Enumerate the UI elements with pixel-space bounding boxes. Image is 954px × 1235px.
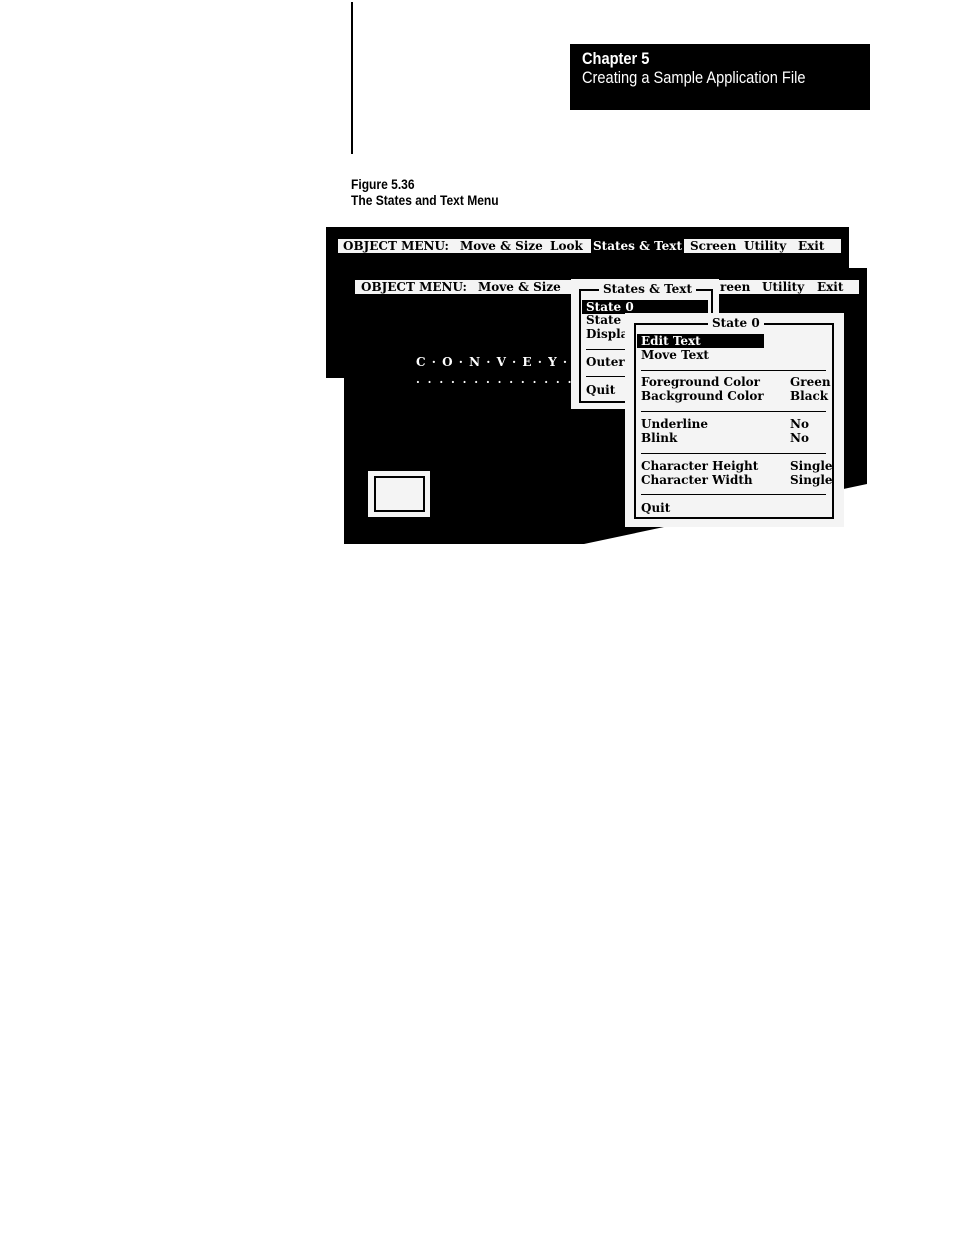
menu-item-quit[interactable]: Quit xyxy=(586,383,615,397)
menu-item-edit-text[interactable]: Edit Text xyxy=(637,334,764,348)
separator xyxy=(641,494,826,495)
menu-item-underline[interactable]: Underline xyxy=(641,417,708,431)
menu-item-state-0[interactable]: State 0 xyxy=(582,300,708,314)
separator xyxy=(641,453,826,454)
menu-label: OBJECT MENU: xyxy=(343,239,449,253)
menu-utility[interactable]: Utility xyxy=(762,280,804,294)
menu-item-state-1[interactable]: State xyxy=(586,313,621,327)
menu-screen[interactable]: Screen xyxy=(690,239,736,253)
chapter-number: Chapter 5 xyxy=(582,49,650,68)
figure-caption: Figure 5.36 The States and Text Menu xyxy=(351,176,523,208)
menu-item-background-color[interactable]: Background Color xyxy=(641,389,764,403)
menu-move-size[interactable]: Move & Size xyxy=(460,239,543,253)
figure-title: The States and Text Menu xyxy=(351,192,499,208)
rectangle-object-inner xyxy=(374,476,425,512)
foreground-color-value: Green xyxy=(790,375,831,389)
menu-screen[interactable]: reen xyxy=(720,280,750,294)
menu-item-quit[interactable]: Quit xyxy=(641,501,670,515)
menu-item-blink[interactable]: Blink xyxy=(641,431,677,445)
character-width-value: Single xyxy=(790,473,833,487)
menu-item-character-height[interactable]: Character Height xyxy=(641,459,758,473)
menu-item-foreground-color[interactable]: Foreground Color xyxy=(641,375,760,389)
menu-item-display[interactable]: Displa xyxy=(586,327,628,341)
menu-look[interactable]: Look xyxy=(550,239,583,253)
figure-number: Figure 5.36 xyxy=(351,176,415,192)
background-color-value: Black xyxy=(790,389,829,403)
chapter-header: Chapter 5 Creating a Sample Application … xyxy=(570,44,870,110)
margin-rule xyxy=(351,2,353,154)
blink-value: No xyxy=(790,431,809,445)
underline-value: No xyxy=(790,417,809,431)
character-height-value: Single xyxy=(790,459,833,473)
menu-item-move-text[interactable]: Move Text xyxy=(641,348,709,362)
menu-exit[interactable]: Exit xyxy=(798,239,824,253)
menu-move-size[interactable]: Move & Size xyxy=(478,280,561,294)
menu-exit[interactable]: Exit xyxy=(817,280,843,294)
menu-item-character-width[interactable]: Character Width xyxy=(641,473,753,487)
menu-label: OBJECT MENU: xyxy=(361,280,467,294)
menu-item-outer[interactable]: Outer xyxy=(586,355,625,369)
state0-menu: State 0 Edit Text Move Text Foreground C… xyxy=(625,313,844,527)
menu-title: States & Text xyxy=(599,282,696,296)
back-menu-bar: OBJECT MENU: Move & Size Look States & T… xyxy=(338,239,841,253)
menu-utility[interactable]: Utility xyxy=(744,239,786,253)
separator xyxy=(641,411,826,412)
separator xyxy=(641,370,826,371)
chapter-title: Creating a Sample Application File xyxy=(582,68,806,87)
menu-states-text[interactable]: States & Text xyxy=(591,239,684,253)
menu-title: State 0 xyxy=(708,316,764,330)
